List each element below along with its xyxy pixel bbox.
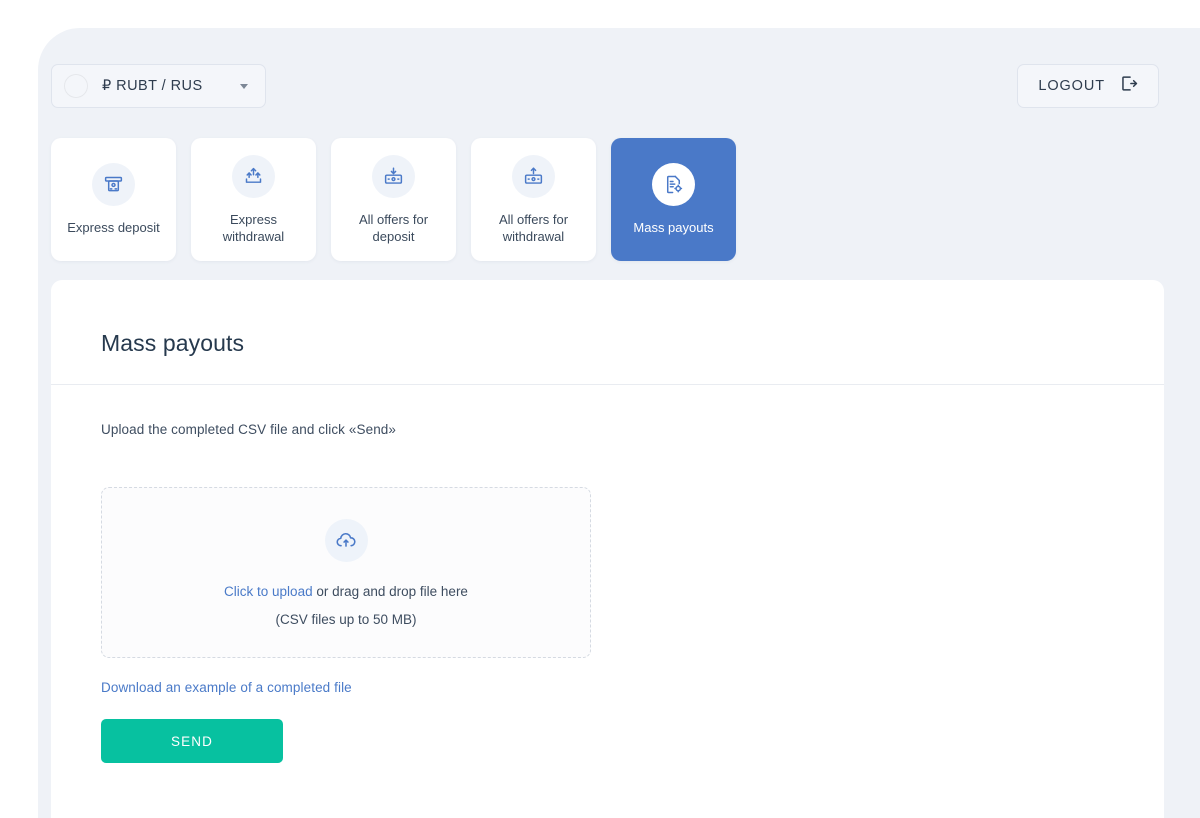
app-shell: ₽ RUBT / RUS LOGOUT Express deposit Expr…: [38, 28, 1200, 818]
atm-deposit-icon: [92, 163, 135, 206]
dropzone-primary-text: Click to upload or drag and drop file he…: [224, 584, 468, 599]
nav-tile-label: Express withdrawal: [222, 211, 285, 244]
nav-tile-express-deposit[interactable]: Express deposit: [51, 138, 176, 261]
nav-tile-all-offers-withdrawal[interactable]: All offers for withdrawal: [471, 138, 596, 261]
nav-tile-label: Mass payouts: [633, 220, 714, 235]
title-divider: [51, 384, 1164, 385]
nav-tiles: Express deposit Express withdrawal All o…: [51, 138, 736, 261]
logout-button[interactable]: LOGOUT: [1017, 64, 1159, 108]
logout-label: LOGOUT: [1038, 78, 1105, 94]
content-card: Mass payouts Upload the completed CSV fi…: [51, 280, 1164, 818]
dropzone-size-note: (CSV files up to 50 MB): [275, 611, 417, 627]
top-bar: ₽ RUBT / RUS LOGOUT: [38, 28, 1200, 138]
logout-arrow-icon: [1119, 74, 1138, 98]
currency-selector[interactable]: ₽ RUBT / RUS: [51, 64, 266, 108]
send-button[interactable]: SEND: [101, 719, 283, 763]
nav-tile-all-offers-deposit[interactable]: All offers for deposit: [331, 138, 456, 261]
upload-instruction: Upload the completed CSV file and click …: [101, 422, 397, 437]
card-withdrawal-icon: [512, 154, 555, 198]
page-title: Mass payouts: [101, 330, 245, 356]
click-to-upload-link[interactable]: Click to upload: [224, 584, 313, 599]
russia-flag-icon: [65, 75, 87, 97]
nav-tile-label: Express deposit: [67, 220, 160, 235]
download-example-link[interactable]: Download an example of a completed file: [101, 680, 352, 695]
file-dropzone[interactable]: Click to upload or drag and drop file he…: [101, 487, 591, 658]
currency-label: ₽ RUBT / RUS: [102, 78, 203, 94]
chevron-down-icon: [240, 83, 248, 89]
nav-tile-mass-payouts[interactable]: Mass payouts: [611, 138, 736, 261]
document-gear-icon: [652, 163, 695, 206]
withdrawal-arrows-icon: [232, 154, 275, 198]
cloud-upload-icon: [324, 518, 368, 562]
card-deposit-icon: [372, 154, 415, 198]
nav-tile-label: All offers for withdrawal: [498, 211, 569, 244]
nav-tile-express-withdrawal[interactable]: Express withdrawal: [191, 138, 316, 261]
drag-drop-text: or drag and drop file here: [312, 583, 468, 599]
nav-tile-label: All offers for deposit: [358, 211, 429, 244]
